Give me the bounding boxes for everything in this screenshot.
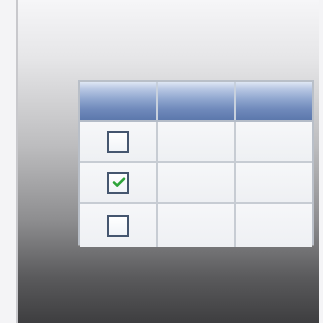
table-cell [158, 204, 236, 247]
checkbox[interactable] [107, 214, 129, 237]
table-cell [236, 204, 312, 247]
table-cell-checkbox [80, 163, 158, 202]
table-cell [158, 163, 236, 202]
checkbox[interactable] [107, 130, 129, 153]
table-cell [236, 122, 312, 161]
checkbox[interactable] [107, 171, 129, 194]
table-grid [78, 80, 314, 247]
table-header-cell [80, 82, 158, 120]
table-row [80, 122, 312, 163]
table-header-cell [236, 82, 312, 120]
table-cell [158, 122, 236, 161]
table-row [80, 163, 312, 204]
table-cell-checkbox [80, 122, 158, 161]
table-cell [236, 163, 312, 202]
table-body [80, 122, 312, 247]
checkmark-icon [112, 177, 126, 187]
table-row [80, 204, 312, 247]
table-header-row [80, 82, 312, 122]
table-cell-checkbox [80, 204, 158, 247]
table-icon-tile [16, 0, 319, 323]
table-header-cell [158, 82, 236, 120]
